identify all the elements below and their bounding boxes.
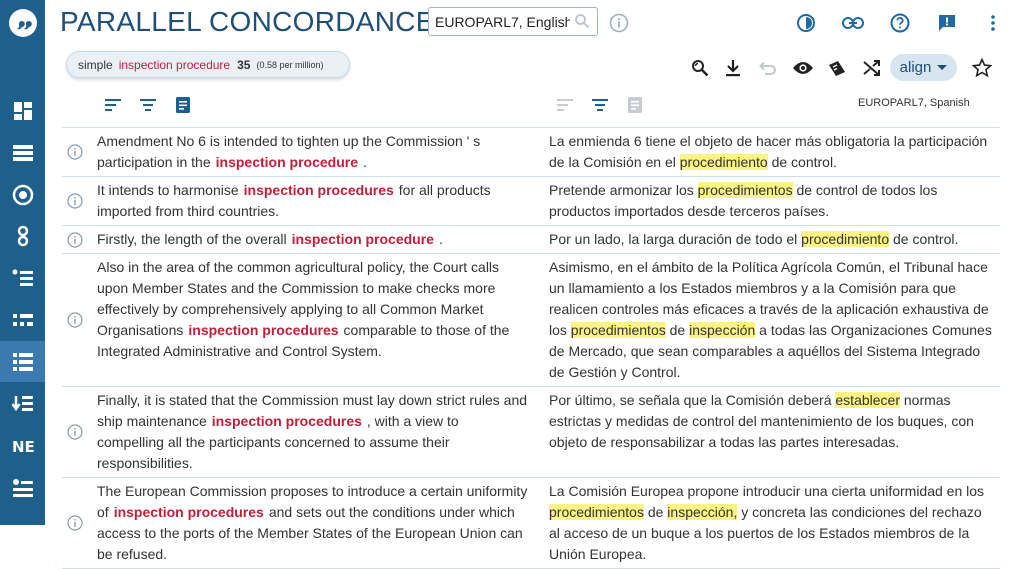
keyword-match[interactable]: inspection procedure	[216, 154, 358, 170]
target-icon[interactable]	[0, 174, 45, 215]
aligned-highlight: procedimiento	[679, 154, 768, 170]
target-text: Pretende armonizar los procedimientos de…	[549, 182, 938, 219]
keyword-match[interactable]: inspection procedure	[292, 231, 434, 247]
quote-logo-icon[interactable]	[0, 0, 45, 45]
caret-down-icon	[937, 65, 948, 70]
aligned-highlight: establecer	[835, 392, 900, 408]
parallel-icon[interactable]	[0, 341, 45, 382]
page-title: PARALLEL CONCORDANCE	[60, 6, 435, 37]
sidebar: NE	[0, 0, 45, 525]
left-document-icon[interactable]	[172, 95, 194, 115]
row-info-icon[interactable]	[62, 387, 87, 477]
aligned-highlight: procedimientos	[570, 322, 666, 338]
table-row: Also in the area of the common agricultu…	[62, 254, 1000, 387]
info-icon[interactable]	[609, 13, 629, 38]
filter-list-icon[interactable]	[0, 467, 45, 508]
theme-icon[interactable]	[795, 12, 817, 34]
row-info-icon[interactable]	[62, 226, 87, 253]
right-corpus-label: EUROPARL7, Spanish	[858, 97, 970, 109]
dashboard-icon[interactable]	[0, 90, 45, 131]
sort-down-icon[interactable]	[0, 383, 45, 424]
feedback-icon[interactable]	[936, 12, 958, 34]
keyword-match[interactable]: inspection procedures	[188, 322, 338, 338]
more-vert-icon[interactable]	[982, 12, 1004, 34]
search-icon	[574, 13, 590, 34]
download-icon[interactable]	[722, 57, 744, 79]
target-text: Por último, se señala que la Comisión de…	[549, 392, 974, 450]
aligned-highlight: inspección	[689, 322, 756, 338]
shuffle-icon[interactable]	[861, 57, 883, 79]
source-text: Finally, it is stated that the Commissio…	[97, 392, 528, 471]
undo-icon[interactable]	[757, 57, 779, 79]
source-text: Firstly, the length of the overall inspec…	[97, 231, 443, 247]
target-text: La enmienda 6 tiene el objeto de hacer m…	[549, 133, 988, 170]
dots-grid-icon[interactable]	[0, 299, 45, 340]
result-count: 35	[237, 57, 251, 72]
keyword-match[interactable]: inspection procedures	[212, 413, 362, 429]
row-info-icon[interactable]	[62, 128, 87, 176]
list-icon[interactable]	[0, 132, 45, 173]
keyword-match[interactable]: inspection procedures	[114, 504, 264, 520]
help-icon[interactable]	[889, 12, 911, 34]
left-sort-left-icon[interactable]	[102, 95, 124, 115]
right-sort-left-icon[interactable]	[554, 95, 576, 115]
aligned-highlight: procedimientos	[549, 504, 644, 520]
row-info-icon[interactable]	[62, 177, 87, 225]
source-text: Amendment No 6 is intended to tighten up…	[97, 133, 481, 170]
aligned-highlight: procedimientos	[697, 182, 793, 198]
aligned-highlight: inspección,	[667, 504, 738, 520]
aligned-highlight: procedimiento	[801, 231, 890, 247]
right-document-icon[interactable]	[624, 95, 646, 115]
table-row: Finally, it is stated that the Commissio…	[62, 387, 1000, 478]
align-label: align	[899, 59, 932, 76]
right-sort-center-icon[interactable]	[589, 95, 611, 115]
row-info-icon[interactable]	[62, 478, 87, 568]
query-term: inspection procedure	[118, 57, 231, 72]
table-row: It intends to harmonise inspection proced…	[62, 177, 1000, 226]
relative-frequency: (0.58 per million)	[256, 59, 324, 70]
left-sort-center-icon[interactable]	[137, 95, 159, 115]
keyword-match[interactable]: inspection procedures	[244, 182, 394, 198]
query-type: simple	[78, 57, 113, 72]
corpus-selector[interactable]	[428, 7, 598, 36]
chain-icon[interactable]	[0, 215, 45, 256]
table-row: Firstly, the length of the overall inspec…	[62, 226, 1000, 254]
concordance-table: Amendment No 6 is intended to tighten up…	[62, 127, 1000, 569]
target-text: Por un lado, la larga duración de todo e…	[549, 231, 959, 247]
svg-text:NE: NE	[12, 438, 35, 455]
table-row: The European Commission proposes to intr…	[62, 478, 1000, 569]
target-text: Asimismo, en el ámbito de la Política Ag…	[549, 259, 992, 380]
row-info-icon[interactable]	[62, 254, 87, 386]
translate-icon[interactable]	[826, 57, 848, 79]
source-text: The European Commission proposes to intr…	[97, 483, 528, 562]
table-row: Amendment No 6 is intended to tighten up…	[62, 128, 1000, 177]
star-icon[interactable]	[971, 57, 993, 79]
corpus-input[interactable]	[435, 12, 570, 32]
eye-icon[interactable]	[792, 57, 814, 79]
source-text: Also in the area of the common agricultu…	[97, 259, 510, 359]
ne-icon[interactable]: NE	[0, 425, 45, 466]
zoom-search-icon[interactable]	[689, 57, 711, 79]
source-text: It intends to harmonise inspection proced…	[97, 182, 491, 219]
query-chip[interactable]: simple inspection procedure 35 (0.58 per…	[66, 51, 350, 78]
link-icon[interactable]	[842, 12, 864, 34]
bullet-list-icon[interactable]	[0, 257, 45, 298]
target-text: La Comisión Europea propone introducir u…	[549, 483, 985, 562]
align-dropdown[interactable]: align	[890, 54, 957, 81]
